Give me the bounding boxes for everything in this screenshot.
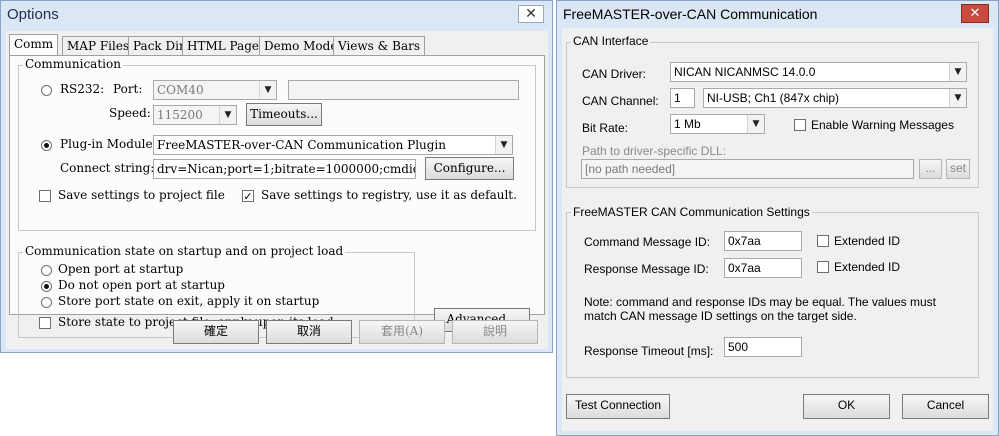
can-close-button[interactable]: ✕ — [961, 4, 989, 23]
channel-select[interactable]: NI-USB; Ch1 (847x chip) ▼ — [703, 88, 967, 108]
rs232-label: RS232: — [60, 82, 105, 96]
tab-pack-dir[interactable]: Pack Dir — [128, 36, 190, 55]
port-value: COM40 — [157, 83, 204, 97]
cmd-id-label: Command Message ID: — [584, 235, 711, 249]
tab-comm[interactable]: Comm — [9, 34, 59, 56]
plugin-label: Plug-in Module: — [60, 137, 157, 151]
communication-group-label: Communication — [23, 57, 123, 71]
options-title: Options — [7, 6, 59, 23]
note-line-2: match CAN message ID settings on the tar… — [584, 309, 857, 323]
port-extra-field[interactable] — [288, 80, 519, 100]
save-project-checkbox[interactable] — [39, 190, 51, 202]
can-ok-button[interactable]: OK — [803, 394, 890, 419]
chevron-down-icon: ▼ — [219, 106, 236, 124]
port-label: Port: — [113, 82, 143, 96]
tab-map-files[interactable]: MAP Files — [62, 36, 135, 55]
warning-checkbox[interactable] — [794, 119, 806, 131]
speed-label: Speed: — [109, 106, 151, 120]
can-interface-label: CAN Interface — [571, 34, 651, 48]
tab-views-bars[interactable]: Views & Bars — [333, 36, 426, 55]
can-settings-label: FreeMASTER CAN Communication Settings — [571, 205, 812, 219]
channel-number-input[interactable]: 1 — [670, 88, 695, 108]
plugin-value: FreeMASTER-over-CAN Communication Plugin — [157, 138, 447, 152]
timeout-label: Response Timeout [ms]: — [584, 344, 714, 358]
do-not-open-radio[interactable] — [41, 281, 52, 292]
speed-select[interactable]: 115200 ▼ — [153, 105, 237, 125]
channel-value: NI-USB; Ch1 (847x chip) — [707, 91, 840, 105]
resp-extended-checkbox[interactable] — [817, 261, 829, 273]
driver-value: NICAN NICANMSC 14.0.0 — [674, 65, 816, 79]
save-project-label: Save settings to project file — [58, 188, 225, 202]
warning-label: Enable Warning Messages — [811, 118, 954, 132]
startup-state-label: Communication state on startup and on pr… — [23, 244, 346, 258]
timeouts-button[interactable]: Timeouts... — [246, 103, 322, 126]
channel-label: CAN Channel: — [582, 94, 659, 108]
save-registry-label: Save settings to registry, use it as def… — [261, 188, 517, 202]
close-icon: ✕ — [969, 6, 981, 21]
open-port-radio[interactable] — [41, 265, 52, 276]
options-window: Options ✕ Comm MAP Files Pack Dir HTML P… — [0, 0, 553, 353]
bitrate-label: Bit Rate: — [582, 121, 629, 135]
comm-tab-panel: Communication RS232: Port: COM40 ▼ Speed… — [9, 55, 545, 338]
can-client: CAN Interface CAN Driver: NICAN NICANMSC… — [562, 28, 993, 431]
store-port-radio[interactable] — [41, 297, 52, 308]
store-state-checkbox[interactable] — [39, 317, 51, 329]
connect-label: Connect string: — [60, 161, 155, 175]
chevron-down-icon: ▼ — [747, 115, 764, 133]
speed-value: 115200 — [157, 108, 203, 122]
tab-demo-mode[interactable]: Demo Mode — [259, 36, 343, 55]
note-line-1: Note: command and response IDs may be eq… — [584, 295, 936, 309]
resp-id-input[interactable]: 0x7aa — [724, 258, 802, 278]
open-port-label: Open port at startup — [58, 262, 184, 276]
cmd-extended-checkbox[interactable] — [817, 235, 829, 247]
chevron-down-icon: ▼ — [495, 136, 512, 154]
options-client: Comm MAP Files Pack Dir HTML Pages Demo … — [6, 31, 548, 349]
can-cancel-button[interactable]: Cancel — [902, 394, 989, 419]
cmd-extended-label: Extended ID — [834, 234, 901, 248]
store-port-label: Store port state on exit, apply it on st… — [58, 294, 320, 308]
test-connection-button[interactable]: Test Connection — [566, 394, 670, 419]
dll-set-button[interactable]: set — [946, 159, 970, 179]
do-not-open-label: Do not open port at startup — [58, 278, 225, 292]
connect-string-input[interactable]: drv=Nican;port=1;bitrate=1000000;cmdid=0… — [153, 159, 416, 179]
dll-label: Path to driver-specific DLL: — [582, 144, 727, 158]
options-close-button[interactable]: ✕ — [518, 5, 544, 23]
rs232-radio[interactable] — [41, 85, 52, 96]
close-icon: ✕ — [525, 6, 537, 22]
help-button[interactable]: 說明 — [452, 320, 538, 344]
port-select[interactable]: COM40 ▼ — [153, 80, 277, 100]
chevron-down-icon: ▼ — [949, 89, 966, 107]
bitrate-value: 1 Mb — [674, 117, 701, 131]
apply-button[interactable]: 套用(A) — [359, 320, 445, 344]
bitrate-select[interactable]: 1 Mb ▼ — [670, 114, 765, 134]
cmd-id-input[interactable]: 0x7aa — [724, 231, 802, 251]
tab-html-pages[interactable]: HTML Pages — [182, 36, 271, 55]
plugin-radio[interactable] — [41, 140, 52, 151]
configure-button[interactable]: Configure... — [425, 157, 514, 180]
resp-id-label: Response Message ID: — [584, 262, 709, 276]
plugin-select[interactable]: FreeMASTER-over-CAN Communication Plugin… — [153, 135, 513, 155]
can-title: FreeMASTER-over-CAN Communication — [563, 6, 818, 22]
dll-path-input[interactable]: [no path needed] — [581, 159, 914, 179]
can-window: FreeMASTER-over-CAN Communication ✕ CAN … — [556, 0, 999, 436]
driver-select[interactable]: NICAN NICANMSC 14.0.0 ▼ — [670, 62, 967, 82]
driver-label: CAN Driver: — [582, 67, 647, 81]
chevron-down-icon: ▼ — [259, 81, 276, 99]
cancel-button[interactable]: 取消 — [266, 320, 352, 344]
save-registry-checkbox[interactable]: ✓ — [242, 190, 254, 202]
timeout-input[interactable]: 500 — [724, 337, 802, 357]
resp-extended-label: Extended ID — [834, 260, 901, 274]
dll-browse-button[interactable]: ... — [919, 159, 942, 179]
chevron-down-icon: ▼ — [949, 63, 966, 81]
ok-button[interactable]: 確定 — [173, 320, 259, 344]
